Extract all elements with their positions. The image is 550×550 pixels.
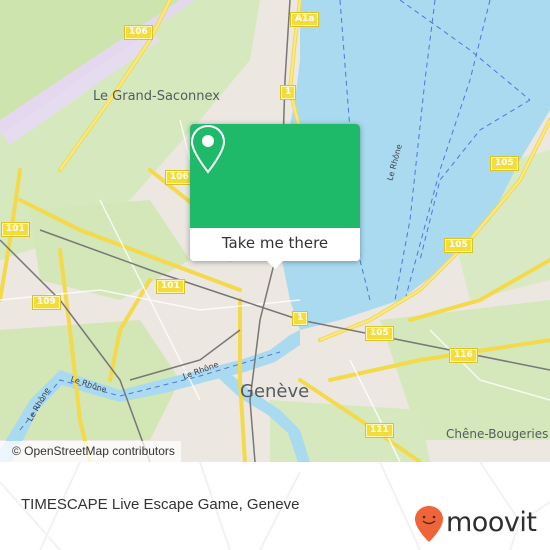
road-shield: 111 [366, 424, 393, 437]
road-shield: A1a [291, 13, 319, 26]
map-attribution[interactable]: © OpenStreetMap contributors [0, 441, 181, 462]
place-label: Le Grand-Saconnex [93, 89, 220, 104]
place-label: Genève [240, 381, 310, 402]
popup-header [190, 124, 360, 228]
place-label: Chêne-Bougeries [446, 427, 549, 441]
road-shield: 106 [125, 26, 152, 39]
road-shield: 105 [445, 239, 472, 252]
road-shield: 101 [157, 280, 184, 293]
location-popup: Take me there [190, 124, 360, 269]
map-view[interactable]: 106 A1a 1 106 105 101 101 105 109 1 105 … [0, 0, 550, 462]
road-shield: 105 [366, 327, 393, 340]
road-shield: 1 [281, 86, 296, 99]
map-pin-icon [190, 124, 226, 174]
road-shield: 101 [2, 223, 29, 236]
moovit-logo[interactable]: moovit [412, 505, 542, 545]
road-shield: 1 [293, 312, 308, 325]
road-shield: 105 [491, 157, 518, 170]
place-title: TIMESCAPE Live Escape Game, Geneve [21, 496, 300, 513]
road-shield: 106 [166, 171, 193, 184]
popup-pointer [266, 260, 284, 269]
road-shield: 116 [450, 349, 477, 362]
road-shield: 109 [33, 296, 60, 309]
moovit-pin-icon [415, 506, 443, 542]
take-me-there-button[interactable]: Take me there [190, 228, 360, 261]
moovit-wordmark: moovit [446, 507, 537, 538]
